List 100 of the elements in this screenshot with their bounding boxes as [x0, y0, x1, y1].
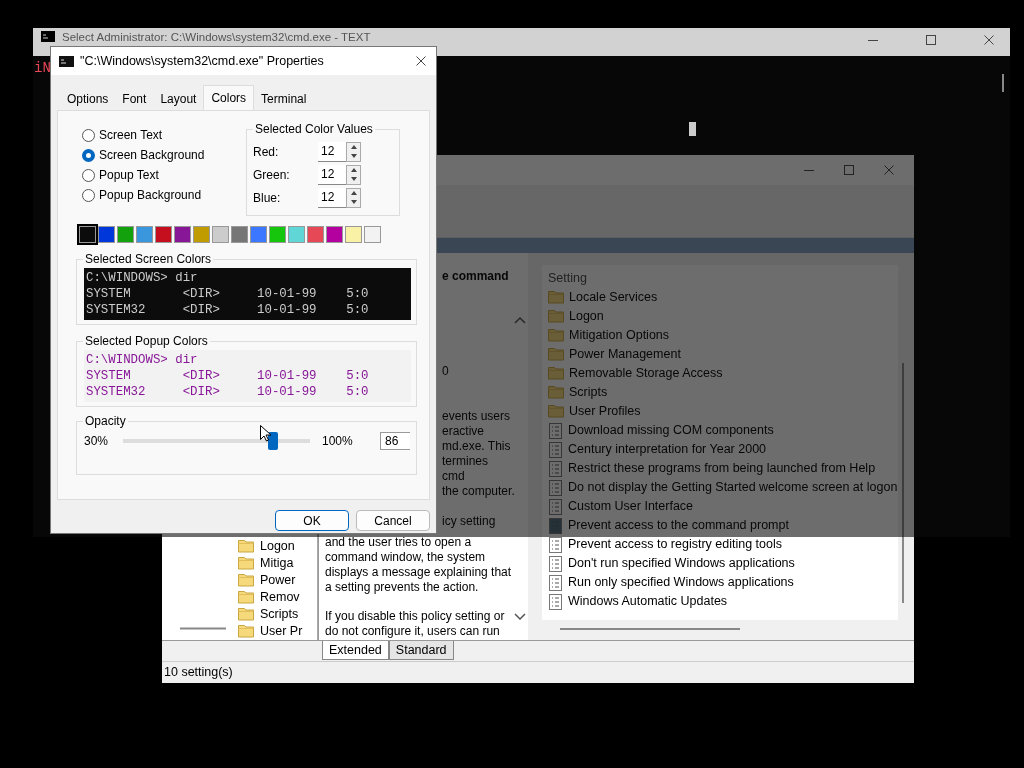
folder-icon [238, 625, 254, 638]
folder-icon [548, 367, 564, 380]
color-swatch[interactable] [250, 226, 267, 243]
close-icon[interactable] [984, 35, 994, 45]
color-swatch[interactable] [98, 226, 115, 243]
setting-item[interactable]: Download missing COM components [548, 421, 898, 440]
color-swatch[interactable] [117, 226, 134, 243]
color-swatch[interactable] [136, 226, 153, 243]
field-label: Red: [253, 143, 279, 161]
console-icon [41, 31, 55, 42]
radio-option[interactable]: Screen Text [82, 125, 246, 145]
color-swatch[interactable] [155, 226, 172, 243]
setting-item[interactable]: Windows Automatic Updates [548, 592, 898, 611]
tree-item[interactable]: Power [238, 572, 317, 589]
tab[interactable]: Layout [153, 88, 204, 110]
maximize-icon[interactable] [844, 165, 854, 175]
scroll-down-icon[interactable] [514, 613, 526, 620]
tree-item[interactable]: Remov [238, 589, 317, 606]
maximize-icon[interactable] [926, 35, 936, 45]
scrollbar-thumb-icon[interactable] [180, 627, 226, 630]
policy-icon [548, 593, 563, 610]
radio-option[interactable]: Screen Background [82, 145, 246, 165]
tab[interactable]: Options [60, 88, 116, 110]
color-swatch[interactable] [174, 226, 191, 243]
up-arrow-icon[interactable] [350, 168, 357, 172]
color-swatch[interactable] [79, 226, 96, 243]
description-line: and the user tries to open a [325, 535, 472, 550]
setting-item[interactable]: Locale Services [548, 288, 898, 307]
folder-icon [238, 557, 254, 570]
folder-icon [548, 310, 564, 323]
setting-item[interactable]: Century interpretation for Year 2000 [548, 440, 898, 459]
tree-item[interactable]: Mitiga [238, 555, 317, 572]
color-swatch[interactable] [307, 226, 324, 243]
console-output: iN [34, 59, 51, 78]
folder-icon [548, 348, 564, 361]
preview-text: SYSTEM32 <DIR> 10-01-99 5:0 [86, 384, 369, 400]
color-swatch[interactable] [231, 226, 248, 243]
color-swatch[interactable] [288, 226, 305, 243]
color-swatch[interactable] [212, 226, 229, 243]
view-tab[interactable]: Standard [388, 641, 454, 660]
cancel-button[interactable]: Cancel [356, 510, 430, 531]
ok-button[interactable]: OK [275, 510, 349, 531]
tree-item[interactable]: User Pr [238, 623, 317, 640]
field-label: Green: [253, 166, 290, 184]
setting-item[interactable]: Restrict these programs from being launched from Help [548, 459, 898, 478]
group-title: Selected Screen Colors [83, 252, 214, 266]
color-swatch[interactable] [364, 226, 381, 243]
setting-item[interactable]: Power Management [548, 345, 898, 364]
setting-item[interactable]: Don't run specified Windows applications [548, 554, 898, 573]
description-line: events users [442, 409, 511, 424]
description-line: the computer. [442, 484, 515, 499]
down-arrow-icon[interactable] [350, 154, 357, 158]
color-swatch[interactable] [345, 226, 362, 243]
setting-item[interactable]: Logon [548, 307, 898, 326]
scrollbar-thumb-icon[interactable] [1002, 74, 1004, 92]
range-label: 30% [84, 433, 110, 450]
setting-item[interactable]: User Profiles [548, 402, 898, 421]
tree-item[interactable]: Logon [238, 538, 317, 555]
setting-item[interactable]: Mitigation Options [548, 326, 898, 345]
policy-icon [548, 555, 563, 572]
setting-item[interactable]: Prevent access to registry editing tools [548, 535, 898, 554]
tab[interactable]: Font [115, 88, 154, 110]
mouse-pointer-icon [260, 425, 271, 442]
folder-icon [548, 405, 564, 418]
radio-option[interactable]: Popup Background [82, 185, 246, 205]
color-swatch[interactable] [326, 226, 343, 243]
up-arrow-icon[interactable] [350, 145, 357, 149]
up-arrow-icon[interactable] [350, 191, 357, 195]
setting-item[interactable]: Scripts [548, 383, 898, 402]
scroll-up-icon[interactable] [514, 317, 526, 324]
down-arrow-icon[interactable] [350, 177, 357, 181]
view-tab[interactable]: Extended [322, 641, 389, 660]
opacity-value: 86 [380, 432, 410, 450]
status-bar: 10 setting(s) [162, 661, 914, 683]
color-swatch[interactable] [193, 226, 210, 243]
tab[interactable]: Colors [203, 85, 255, 110]
folder-icon [238, 591, 254, 604]
scrollbar-thumb-icon[interactable] [902, 363, 904, 603]
preview-text: SYSTEM <DIR> 10-01-99 5:0 [86, 286, 369, 302]
down-arrow-icon[interactable] [350, 200, 357, 204]
tree-item[interactable]: Scripts [238, 606, 317, 623]
setting-item[interactable]: Prevent access to the command prompt [548, 516, 898, 535]
scrollbar-thumb-icon[interactable] [560, 628, 740, 630]
setting-item[interactable]: Custom User Interface [548, 497, 898, 516]
description-line: md.exe. This [442, 439, 511, 454]
preview-text: SYSTEM <DIR> 10-01-99 5:0 [86, 368, 369, 384]
selected-policy-icon [548, 517, 563, 534]
radio-option[interactable]: Popup Text [82, 165, 246, 185]
setting-item[interactable]: Do not display the Getting Started welcome screen at logon [548, 478, 898, 497]
close-icon[interactable] [416, 56, 426, 66]
console-icon [59, 55, 74, 67]
tab[interactable]: Terminal [254, 88, 314, 110]
setting-item[interactable]: Removable Storage Access [548, 364, 898, 383]
policy-icon [548, 536, 563, 553]
dialog-title: "C:\Windows\system32\cmd.exe" Properties [80, 52, 324, 70]
setting-item[interactable]: Run only specified Windows applications [548, 573, 898, 592]
description-heading: e command [442, 269, 509, 284]
folder-icon [548, 386, 564, 399]
description-line: termines [442, 454, 488, 469]
color-swatch[interactable] [269, 226, 286, 243]
